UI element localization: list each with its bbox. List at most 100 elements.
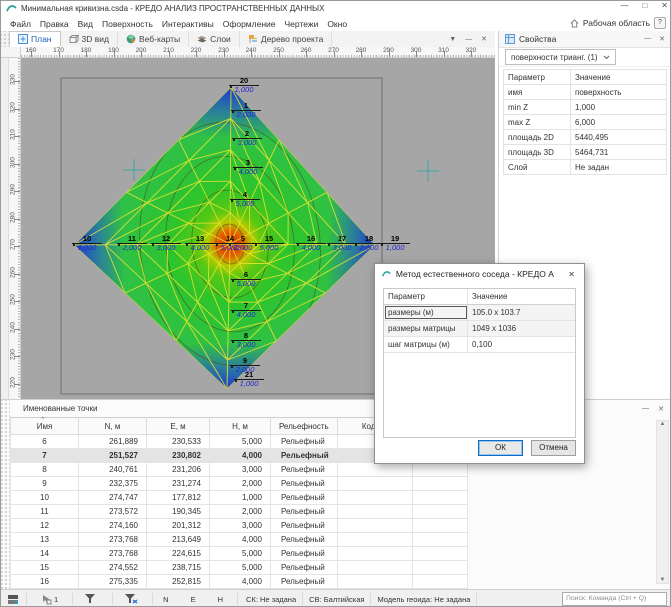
np-cell: Рельефный — [271, 463, 338, 477]
tab-3D вид[interactable]: 3D вид — [61, 31, 118, 47]
menu-item-5[interactable]: Оформление — [223, 19, 276, 29]
dialog-row[interactable]: размеры (м)105.0 x 103.7 — [384, 305, 575, 321]
np-column-header[interactable]: N, м — [79, 418, 147, 435]
named-points-minimize-icon[interactable]: — — [642, 405, 649, 413]
properties-minimize-icon[interactable]: — — [644, 35, 651, 43]
panel-close-icon[interactable]: ✕ — [481, 35, 487, 43]
np-table-row[interactable]: 14273,768224,6155,000Рельефный — [11, 547, 468, 561]
menu-item-2[interactable]: Вид — [78, 19, 93, 29]
np-cell: 190,345 — [147, 505, 210, 519]
np-table-row[interactable]: 10274,747177,8121,000Рельефный — [11, 491, 468, 505]
np-column-header[interactable]: H, м — [210, 418, 271, 435]
panel-minimize-icon[interactable]: — — [465, 36, 472, 43]
np-cell: Рельефный — [271, 449, 338, 463]
np-cell — [337, 519, 412, 533]
dialog-row[interactable]: шаг матрицы (м)0,100 — [384, 337, 575, 353]
np-cell — [337, 477, 412, 491]
menu-item-6[interactable]: Чертежи — [285, 19, 319, 29]
np-column-header[interactable]: Имя^ — [11, 418, 79, 435]
tab-list-icon[interactable]: ▼ — [449, 36, 456, 43]
h-ruler-label: 300 — [406, 47, 426, 54]
properties-column-header: Значение — [571, 70, 667, 85]
geoid-model-status[interactable]: Модель геоида: Не задана — [377, 595, 470, 604]
np-table-row[interactable]: 8240,761231,2063,000Рельефный — [11, 463, 468, 477]
maximize-button[interactable]: □ — [642, 1, 647, 10]
tab-Веб-карты[interactable]: Веб-карты — [118, 31, 189, 47]
dialog-col-value: Значение — [468, 289, 575, 304]
menu-item-0[interactable]: Файл — [10, 19, 31, 29]
properties-close-icon[interactable]: ✕ — [659, 35, 665, 43]
properties-row[interactable]: min Z1,000 — [504, 100, 667, 115]
np-table-row[interactable]: 13273,768213,6494,000Рельефный — [11, 533, 468, 547]
cancel-button[interactable]: Отмена — [531, 440, 576, 456]
menu-item-7[interactable]: Окно — [327, 19, 347, 29]
np-table-row[interactable]: 11273,572190,3452,000Рельефный — [11, 505, 468, 519]
dialog-app-icon — [382, 270, 391, 278]
coordinate-system-status[interactable]: СК: Не задана — [246, 595, 296, 604]
ok-button[interactable]: ОК — [478, 440, 523, 456]
tabstrip-grip[interactable] — [1, 31, 9, 47]
named-points-scrollbar[interactable]: ▲ ▼ — [656, 420, 669, 584]
np-table-row[interactable]: 9232,375231,2742,000Рельефный — [11, 477, 468, 491]
named-points-close-icon[interactable]: ✕ — [658, 405, 664, 413]
properties-row[interactable]: СлойНе задан — [504, 160, 667, 175]
np-cell: 7 — [11, 449, 79, 463]
tab-Дерево проекта[interactable]: Дерево проекта — [240, 31, 333, 47]
object-selector-value: поверхности трианг. (1) — [511, 53, 598, 62]
view-tab-strip: План3D видВеб-картыСлоиДерево проекта ▼ … — [1, 31, 495, 48]
np-cell — [337, 561, 412, 575]
dialog-row[interactable]: размеры матрицы1049 x 1036 — [384, 321, 575, 337]
properties-row[interactable]: площадь 2D5440,495 — [504, 130, 667, 145]
filter-clear-icon[interactable] — [125, 594, 138, 604]
workspace-label[interactable]: Рабочая область — [583, 18, 650, 28]
properties-table: ПараметрЗначениеимяповерхностьmin Z1,000… — [503, 69, 667, 175]
np-column-header[interactable]: Рельефность — [271, 418, 338, 435]
dialog-close-icon[interactable]: ✕ — [559, 270, 584, 279]
property-name: max Z — [504, 115, 571, 130]
menu-item-3[interactable]: Поверхность — [102, 19, 153, 29]
dialog-param-name: шаг матрицы (м) — [384, 337, 468, 352]
scroll-down-icon[interactable]: ▼ — [660, 577, 666, 583]
np-cell: 5,000 — [210, 435, 271, 449]
object-selector-dropdown[interactable]: поверхности трианг. (1) — [505, 49, 616, 65]
np-cell: 231,274 — [147, 477, 210, 491]
command-search-input[interactable]: Поиск: Команда (Ctrl + Q) — [562, 592, 667, 606]
properties-row[interactable]: max Z6,000 — [504, 115, 667, 130]
np-cell: 3,000 — [210, 463, 271, 477]
tab-label: Веб-карты — [139, 34, 180, 44]
scroll-up-icon[interactable]: ▲ — [660, 421, 666, 427]
menu-item-4[interactable]: Интерактивы — [162, 19, 214, 29]
properties-row[interactable]: площадь 3D5464,731 — [504, 145, 667, 160]
menu-item-1[interactable]: Правка — [40, 19, 69, 29]
minimize-button[interactable]: — — [620, 1, 628, 10]
np-table-row[interactable]: 12274,160201,3123,000Рельефный — [11, 519, 468, 533]
tab-Слои[interactable]: Слои — [189, 31, 240, 47]
v-ruler-label: 260 — [10, 262, 17, 282]
tab-План[interactable]: План — [9, 31, 61, 47]
np-table-row[interactable]: 15274,552238,7155,000Рельефный — [11, 561, 468, 575]
left-edge-strip — [1, 58, 9, 399]
np-cell: 10 — [11, 491, 79, 505]
coord-e-label: E — [191, 595, 196, 604]
filter-icon[interactable] — [85, 594, 96, 604]
plot-icon[interactable] — [7, 594, 20, 605]
properties-row[interactable]: имяповерхность — [504, 85, 667, 100]
np-cell: 5,000 — [210, 547, 271, 561]
np-table-row[interactable]: 16275,335252,8154,000Рельефный — [11, 575, 468, 589]
dialog-col-parameter: Параметр — [384, 289, 468, 304]
dialog-param-value: 1049 x 1036 — [468, 321, 575, 336]
v-ruler-label: 310 — [10, 125, 17, 145]
property-value: 6,000 — [571, 115, 667, 130]
property-name: min Z — [504, 100, 571, 115]
selection-count-indicator[interactable]: 1 — [41, 594, 58, 605]
np-cell: 238,715 — [147, 561, 210, 575]
home-icon[interactable] — [570, 19, 579, 28]
height-system-status[interactable]: СВ: Балтийская — [309, 595, 364, 604]
np-cell: 13 — [11, 533, 79, 547]
help-icon[interactable]: ? — [654, 17, 666, 29]
close-button[interactable]: ✕ — [661, 1, 668, 10]
v-ruler-label: 220 — [10, 372, 17, 392]
property-name: Слой — [504, 160, 571, 175]
np-cell: 1,000 — [210, 491, 271, 505]
np-column-header[interactable]: E, м — [147, 418, 210, 435]
